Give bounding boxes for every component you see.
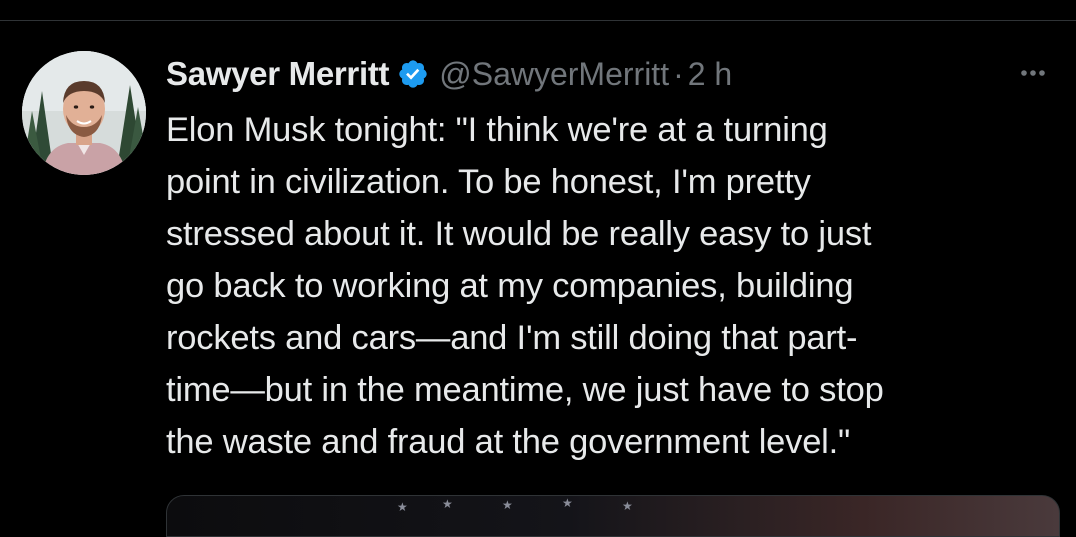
media-star-icon: ★ bbox=[502, 498, 513, 512]
verified-badge-icon bbox=[397, 58, 429, 90]
top-divider bbox=[0, 20, 1076, 21]
media-star-icon: ★ bbox=[397, 500, 408, 514]
author-display-name[interactable]: Sawyer Merritt bbox=[166, 55, 390, 93]
tweet-media-preview[interactable]: ★ ★ ★ ★ ★ bbox=[166, 495, 1060, 537]
tweet-text: Elon Musk tonight: "I think we're at a t… bbox=[166, 111, 884, 461]
meta-separator: · bbox=[673, 55, 684, 92]
media-star-icon: ★ bbox=[562, 496, 573, 510]
media-star-icon: ★ bbox=[622, 499, 633, 513]
more-horizontal-icon bbox=[1021, 70, 1045, 76]
tweet-timestamp[interactable]: 2 h bbox=[688, 56, 732, 93]
avatar[interactable] bbox=[22, 51, 146, 175]
more-options-button[interactable] bbox=[1010, 58, 1056, 88]
tweet-header: Sawyer Merritt @SawyerMerritt · 2 h bbox=[166, 52, 732, 96]
author-handle[interactable]: @SawyerMerritt bbox=[439, 56, 669, 93]
avatar-image bbox=[22, 51, 146, 175]
media-star-icon: ★ bbox=[442, 497, 453, 511]
